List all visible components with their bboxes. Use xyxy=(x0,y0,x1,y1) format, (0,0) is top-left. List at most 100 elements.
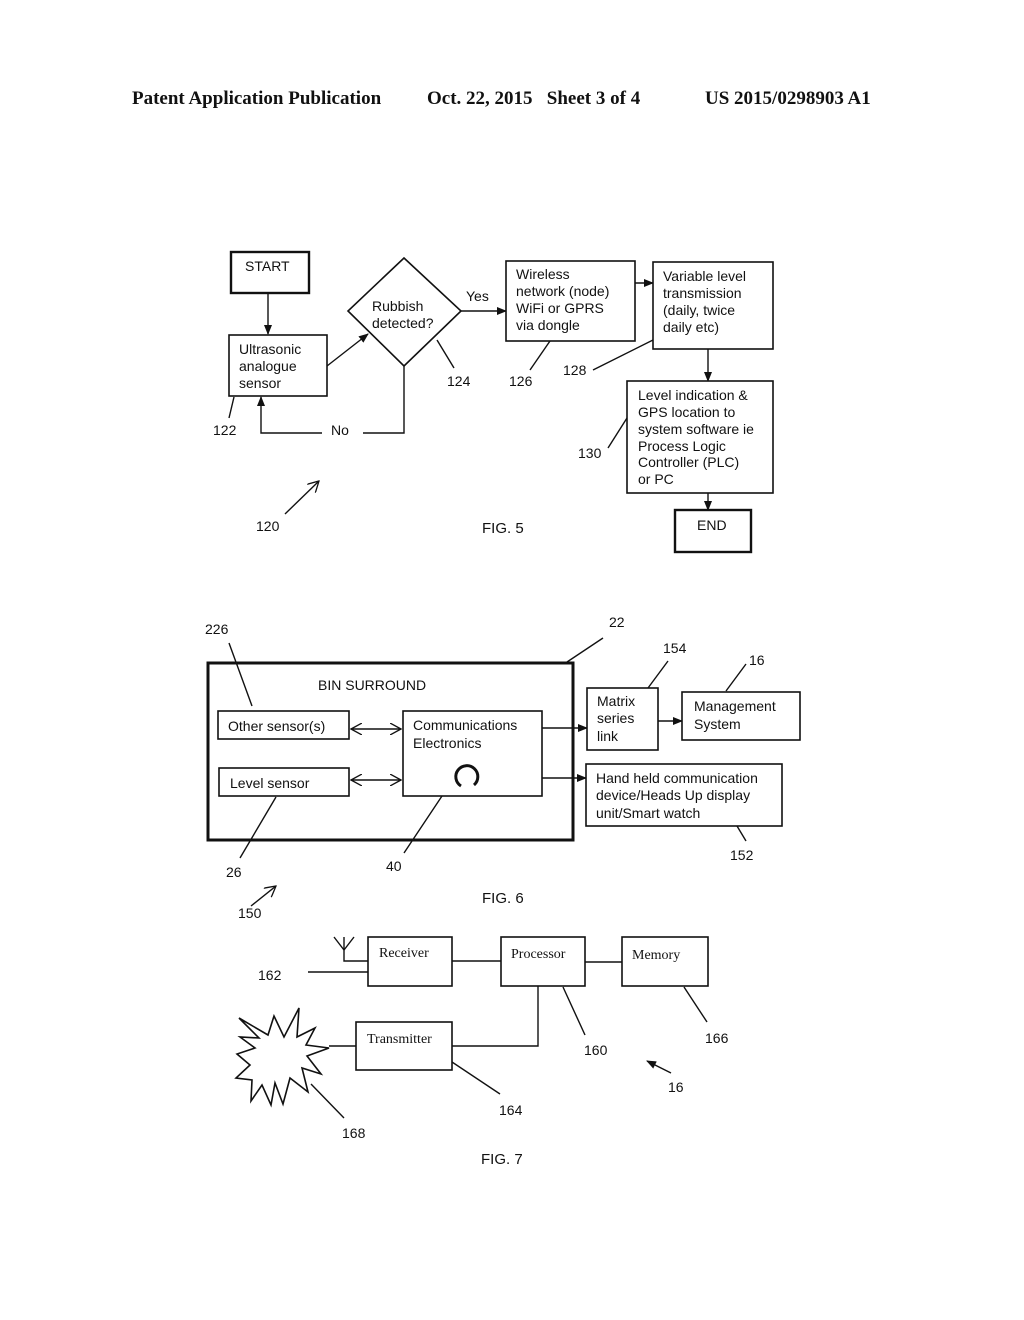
link-transmitter-processor xyxy=(452,986,539,1047)
start-label: START xyxy=(245,258,290,274)
ref-130: 130 xyxy=(578,445,602,461)
leader-16-fig6 xyxy=(725,663,747,692)
no-path-left xyxy=(257,396,322,434)
other-sensors-node: Other sensor(s) xyxy=(217,710,350,740)
management-line-1: Management xyxy=(694,698,776,714)
variable-line-4: daily etc) xyxy=(663,319,719,335)
leader-26 xyxy=(239,796,277,859)
ref-162: 162 xyxy=(258,967,282,983)
matrix-line-1: Matrix xyxy=(597,693,635,709)
variable-line-3: (daily, twice xyxy=(663,302,735,318)
memory-node: Memory xyxy=(621,936,709,987)
leader-160 xyxy=(562,986,586,1036)
signal-starburst-icon xyxy=(234,1007,330,1108)
leader-168 xyxy=(310,1083,345,1119)
matrix-line-3: link xyxy=(597,728,619,744)
no-path-right xyxy=(363,366,405,434)
fig7-block-diagram: Receiver Processor Memory Transmitter 16… xyxy=(234,936,729,1168)
ref-40: 40 xyxy=(386,858,402,874)
comms-line-1: Communications xyxy=(413,717,517,733)
decision-node: Rubbish detected? xyxy=(346,256,463,368)
sensor-line-1: Ultrasonic xyxy=(239,341,301,357)
leader-122 xyxy=(228,396,235,419)
matrix-line-2: series xyxy=(597,710,634,726)
leader-128 xyxy=(592,339,654,371)
decision-line-1: Rubbish xyxy=(372,298,423,314)
bin-surround-label: BIN SURROUND xyxy=(318,677,426,693)
level-line-6: or PC xyxy=(638,471,674,487)
pointer-arrow-120 xyxy=(284,481,319,515)
end-node: END xyxy=(673,508,753,554)
receiver-node: Receiver xyxy=(367,936,453,987)
ref-128: 128 xyxy=(563,362,587,378)
level-sensor-node: Level sensor xyxy=(218,767,350,797)
transmitter-node: Transmitter xyxy=(355,1021,453,1071)
variable-line-2: transmission xyxy=(663,285,742,301)
leader-164 xyxy=(451,1061,501,1095)
processor-node: Processor xyxy=(500,936,586,987)
fig7-caption: FIG. 7 xyxy=(481,1151,523,1168)
other-sensors-label: Other sensor(s) xyxy=(228,718,325,734)
pointer-arrow-16 xyxy=(646,1060,672,1074)
variable-line-1: Variable level xyxy=(663,268,746,284)
leader-130 xyxy=(607,417,628,449)
leader-22 xyxy=(566,637,604,663)
fig6-caption: FIG. 6 xyxy=(482,890,524,907)
no-label: No xyxy=(331,422,349,438)
leader-124 xyxy=(436,339,455,369)
leader-40 xyxy=(403,795,443,854)
level-line-2: GPS location to xyxy=(638,404,735,420)
leader-154 xyxy=(647,660,669,689)
fig5-caption: FIG. 5 xyxy=(482,520,524,537)
management-system-node: Management System xyxy=(681,691,801,741)
ref-160: 160 xyxy=(584,1042,608,1058)
ref-122: 122 xyxy=(213,422,237,438)
wireless-line-1: Wireless xyxy=(516,266,570,282)
ref-154: 154 xyxy=(663,640,687,656)
arrow-sensor-to-decision xyxy=(326,333,369,367)
ref-164: 164 xyxy=(499,1102,523,1118)
antenna-icon xyxy=(333,936,368,962)
leader-152 xyxy=(736,825,747,842)
wireless-node: Wireless network (node) WiFi or GPRS via… xyxy=(505,260,636,342)
pointer-arrow-150 xyxy=(250,886,276,907)
level-line-4: Process Logic xyxy=(638,438,726,454)
handheld-line-3: unit/Smart watch xyxy=(596,805,700,821)
ref-22: 22 xyxy=(609,614,625,630)
fig6-block-diagram: BIN SURROUND Other sensor(s) Level senso… xyxy=(205,614,801,921)
ref-166: 166 xyxy=(705,1030,729,1046)
leader-126 xyxy=(529,340,551,371)
handheld-line-1: Hand held communication xyxy=(596,770,758,786)
variable-transmission-node: Variable level transmission (daily, twic… xyxy=(652,261,774,350)
fig5-flowchart: START Ultrasonic analogue sensor Rubbish… xyxy=(213,250,774,554)
matrix-link-node: Matrix series link xyxy=(586,687,659,751)
receiver-label: Receiver xyxy=(379,946,429,961)
memory-label: Memory xyxy=(632,948,680,963)
ref-152: 152 xyxy=(730,847,754,863)
comms-electronics-node: Communications Electronics xyxy=(402,710,543,797)
ref-16-fig6: 16 xyxy=(749,652,765,668)
leader-226 xyxy=(228,642,253,707)
sensor-line-3: sensor xyxy=(239,375,281,391)
comms-line-2: Electronics xyxy=(413,735,481,751)
ref-26: 26 xyxy=(226,864,242,880)
start-node: START xyxy=(229,250,311,295)
level-indication-node: Level indication & GPS location to syste… xyxy=(626,380,774,494)
wireless-line-2: network (node) xyxy=(516,283,609,299)
ref-126: 126 xyxy=(509,373,533,389)
yes-label: Yes xyxy=(466,288,489,304)
handheld-device-node: Hand held communication device/Heads Up … xyxy=(585,763,783,827)
level-line-3: system software ie xyxy=(638,421,754,437)
ref-226: 226 xyxy=(205,621,229,637)
processor-label: Processor xyxy=(511,947,566,962)
end-label: END xyxy=(697,517,727,533)
level-line-5: Controller (PLC) xyxy=(638,454,739,470)
ref-124: 124 xyxy=(447,373,471,389)
ref-150: 150 xyxy=(238,905,262,921)
transmitter-label: Transmitter xyxy=(367,1032,432,1047)
level-sensor-label: Level sensor xyxy=(230,775,310,791)
decision-line-2: detected? xyxy=(372,315,434,331)
ref-168: 168 xyxy=(342,1125,366,1141)
ref-16-fig7: 16 xyxy=(668,1079,684,1095)
leader-166 xyxy=(683,986,708,1023)
